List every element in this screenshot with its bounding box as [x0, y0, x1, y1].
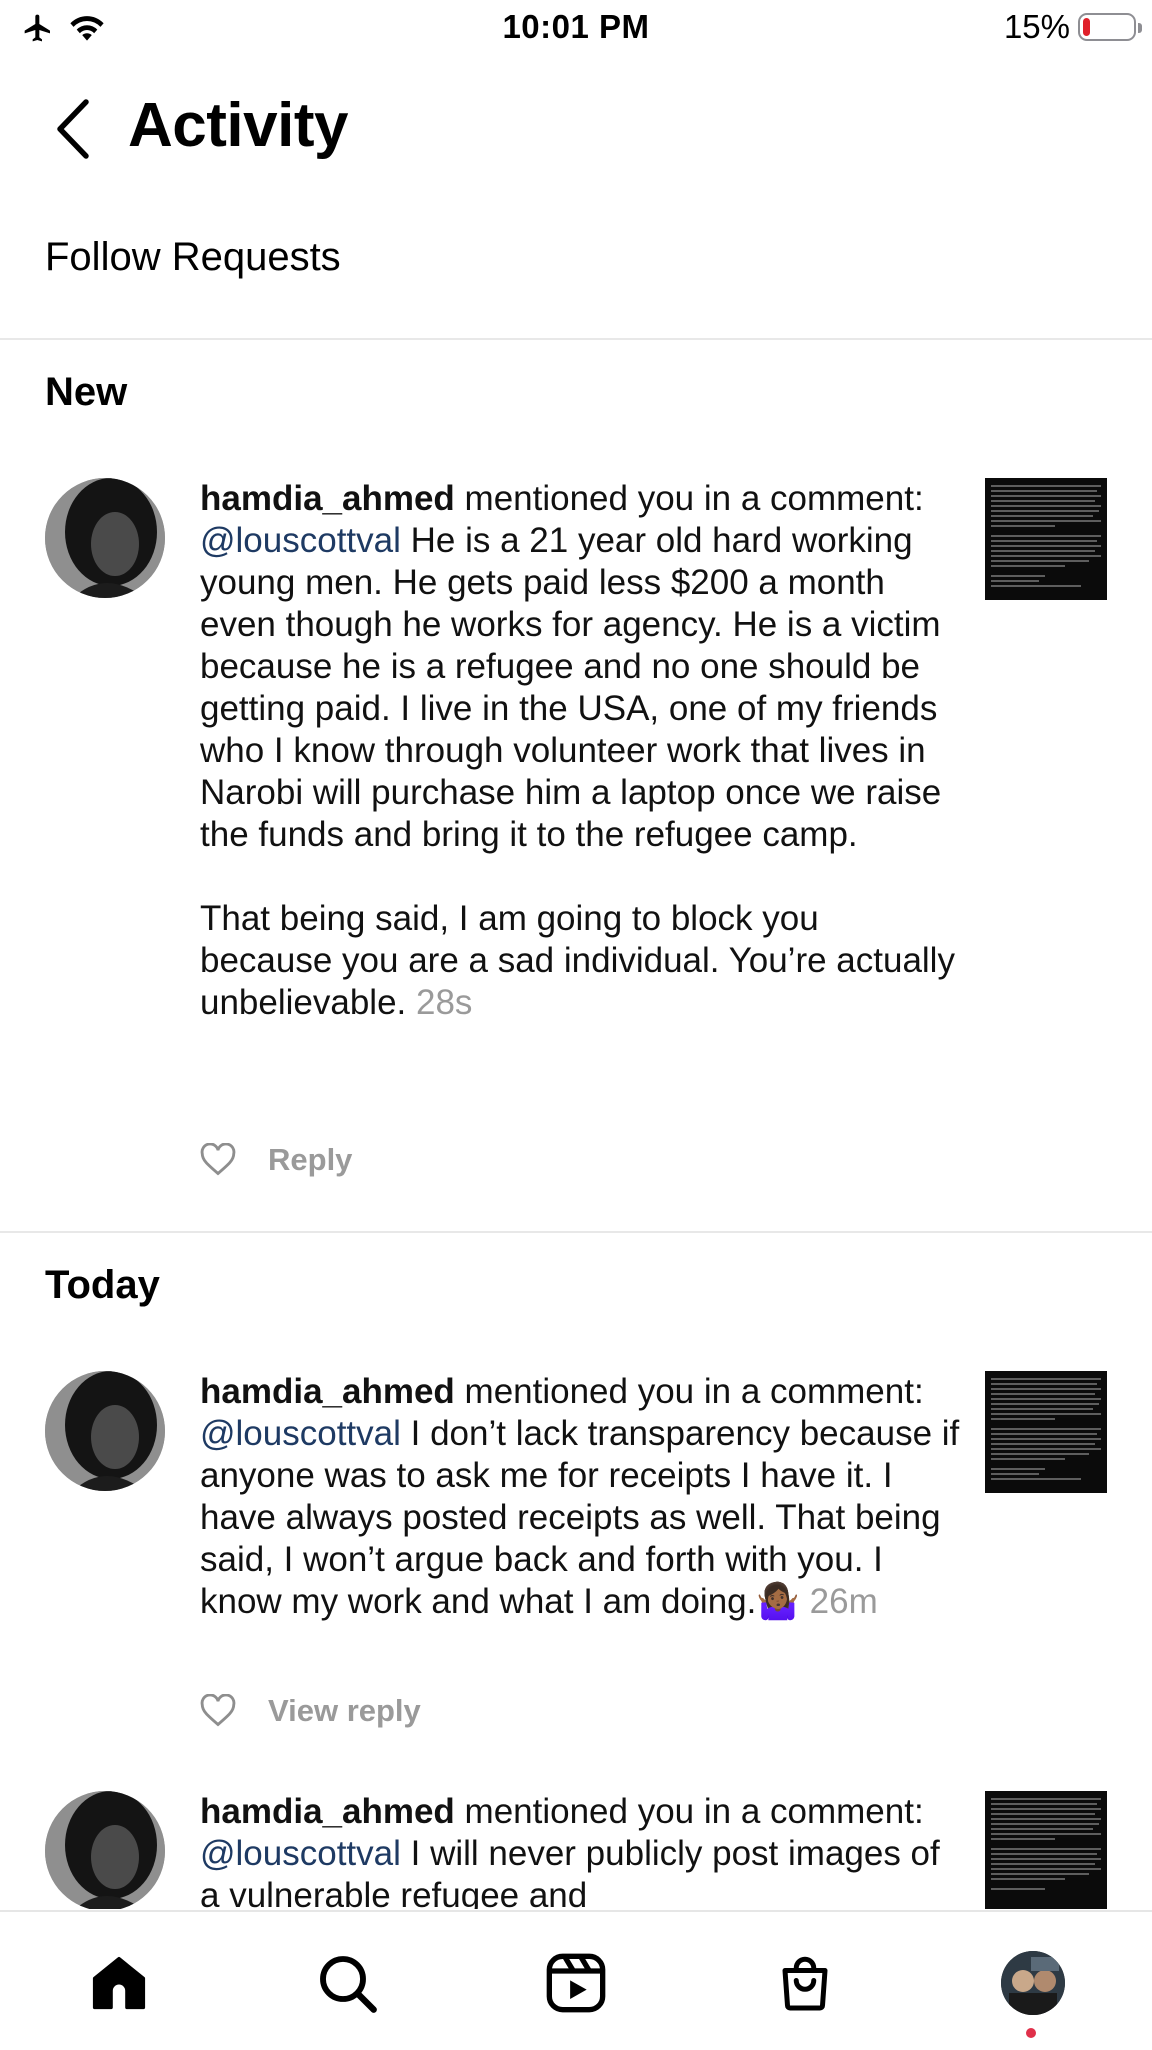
header: Activity [0, 80, 1152, 180]
nav-shop[interactable] [770, 1948, 840, 2018]
status-bar: 10:01 PM 15% [0, 0, 1152, 60]
avatar[interactable] [45, 1791, 165, 1909]
battery-fill [1083, 18, 1090, 36]
status-right: 15% [1003, 8, 1142, 46]
action-text: mentioned you in a comment: [454, 1372, 924, 1411]
profile-avatar-image [1001, 1951, 1065, 2015]
page-title: Activity [128, 91, 348, 160]
shop-icon [782, 1956, 828, 2011]
action-text: mentioned you in a comment: [454, 1792, 924, 1831]
comment-text: He is a 21 year old hard working young m… [200, 521, 942, 854]
username-link[interactable]: hamdia_ahmed [200, 479, 455, 518]
notification-actions: View reply [200, 1693, 421, 1729]
reels-icon [546, 1953, 606, 2013]
reply-button[interactable]: Reply [268, 1142, 352, 1178]
thumbnail-text-image [991, 1798, 1101, 1890]
username-link[interactable]: hamdia_ahmed [200, 1792, 455, 1831]
post-thumbnail[interactable] [985, 478, 1107, 600]
chevron-left-icon [57, 99, 89, 159]
section-title-today: Today [45, 1263, 160, 1307]
post-thumbnail[interactable] [985, 1791, 1107, 1909]
avatar[interactable] [45, 1371, 165, 1491]
username-link[interactable]: hamdia_ahmed [200, 1372, 455, 1411]
home-icon [92, 1956, 146, 2010]
action-text: mentioned you in a comment: [454, 479, 924, 518]
avatar-image [45, 1791, 165, 1909]
status-time: 10:01 PM [502, 8, 650, 45]
battery-icon [1078, 13, 1142, 41]
avatar-image [45, 1371, 165, 1491]
notification-dot [1026, 2028, 1036, 2038]
battery-percent: 15% [1003, 8, 1070, 45]
nav-search[interactable] [312, 1948, 382, 2018]
mention-link[interactable]: @louscottval [200, 1414, 401, 1453]
notification-actions: Reply [200, 1142, 352, 1178]
thumbnail-text-image [991, 1378, 1101, 1480]
heart-icon[interactable] [200, 1694, 236, 1728]
notification-text: hamdia_ahmed mentioned you in a comment:… [200, 1791, 960, 1909]
notification-text: hamdia_ahmed mentioned you in a comment:… [200, 1371, 960, 1623]
nav-reels[interactable] [541, 1948, 611, 2018]
notification-text: hamdia_ahmed mentioned you in a comment:… [200, 478, 960, 1024]
view-reply-button[interactable]: View reply [268, 1693, 421, 1729]
divider [0, 338, 1152, 340]
heart-icon[interactable] [200, 1143, 236, 1177]
post-thumbnail[interactable] [985, 1371, 1107, 1493]
section-title-new: New [45, 370, 128, 414]
nav-profile[interactable] [998, 1948, 1068, 2018]
search-icon [320, 1956, 377, 2013]
divider [0, 1231, 1152, 1233]
comment-text-continued: That being said, I am going to block you… [200, 899, 955, 1022]
bottom-nav [0, 1910, 1152, 2050]
avatar[interactable] [45, 478, 165, 598]
notification-item[interactable]: hamdia_ahmed mentioned you in a comment:… [0, 1791, 1152, 1909]
back-button[interactable] [48, 94, 98, 164]
timestamp: 28s [406, 983, 473, 1022]
mention-link[interactable]: @louscottval [200, 1834, 401, 1873]
thumbnail-text-image [991, 485, 1101, 587]
profile-avatar [1001, 1951, 1065, 2015]
timestamp: 26m [799, 1582, 878, 1621]
mention-link[interactable]: @louscottval [200, 521, 401, 560]
nav-home[interactable] [84, 1948, 154, 2018]
follow-requests-link[interactable]: Follow Requests [45, 235, 341, 280]
avatar-image [45, 478, 165, 598]
